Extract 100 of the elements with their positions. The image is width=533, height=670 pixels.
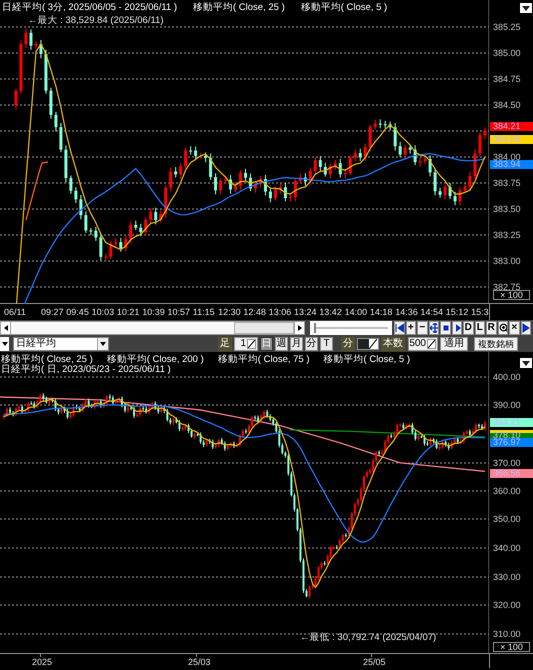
scroll-right-button[interactable] bbox=[294, 322, 304, 334]
zoom-button[interactable] bbox=[498, 321, 508, 335]
indicator-label: 移動平均( Close, 5 ) bbox=[300, 2, 388, 13]
left-arrow-icon bbox=[4, 325, 8, 331]
axis-label: 384.00 bbox=[493, 152, 521, 162]
toolbar-button[interactable]: D bbox=[463, 321, 474, 335]
price-tag: 376.97 bbox=[490, 438, 533, 447]
indicator-label: 移動平均( Close, 25 ) bbox=[193, 2, 285, 13]
axis-label: 383.50 bbox=[493, 204, 521, 214]
time-label: 10:21 bbox=[116, 307, 140, 317]
number-field[interactable]: 500 bbox=[408, 337, 438, 351]
scrollbar[interactable] bbox=[0, 321, 305, 335]
slash-icon bbox=[369, 339, 377, 349]
time-label: 14:54 bbox=[420, 307, 444, 317]
move-button[interactable] bbox=[428, 321, 439, 335]
axis-label: 340.00 bbox=[493, 543, 521, 553]
number-field[interactable]: 1 bbox=[234, 337, 258, 351]
menu-dropdown-button[interactable] bbox=[0, 337, 9, 351]
period-tab[interactable]: 分 bbox=[305, 337, 318, 351]
slash-icon bbox=[428, 340, 435, 348]
axis-label: 384.75 bbox=[493, 74, 521, 84]
right-arrow-icon bbox=[298, 325, 302, 331]
price-tag: 384.21 bbox=[490, 122, 533, 131]
time-label: 10:03 bbox=[92, 307, 114, 317]
scale-label: × 100 bbox=[493, 290, 530, 300]
stop-icon bbox=[441, 323, 450, 333]
time-label: 10:57 bbox=[168, 307, 190, 317]
toolbar-button[interactable]: L bbox=[474, 321, 485, 335]
toolbar-button[interactable]: R bbox=[486, 321, 496, 335]
date-label: 2025 bbox=[32, 657, 52, 667]
first-icon bbox=[395, 323, 404, 333]
zoom-icon bbox=[498, 323, 507, 333]
axis-label: 383.00 bbox=[493, 256, 521, 266]
min-price-label: ←最低 : 30,792.74 (2025/04/07) bbox=[300, 633, 436, 643]
caret-icon bbox=[100, 342, 106, 346]
period-tab[interactable]: T bbox=[320, 337, 333, 351]
time-label: 11:15 bbox=[192, 307, 215, 317]
move-icon bbox=[430, 323, 438, 333]
indicator-label: 移動平均( Close, 75 ) bbox=[218, 354, 310, 365]
time-label: 09:45 bbox=[66, 307, 89, 317]
last-button[interactable] bbox=[520, 321, 531, 335]
field-label: 本数 bbox=[381, 337, 405, 351]
stop-button[interactable] bbox=[440, 321, 450, 335]
time-label: 13:06 bbox=[268, 307, 292, 317]
chart-title: 日経平均( 3分, 2025/06/05 - 2025/06/11 ) bbox=[2, 2, 177, 13]
time-label: 15:12 bbox=[446, 307, 468, 317]
period-tab[interactable]: 週 bbox=[275, 337, 288, 351]
time-label: 09:27 bbox=[41, 307, 64, 317]
axis-label: 384.50 bbox=[493, 100, 521, 110]
axis-label: 383.75 bbox=[493, 178, 521, 188]
multi-symbol-button[interactable]: 複数銘柄 bbox=[474, 337, 518, 351]
scale-label: × 100 bbox=[493, 642, 530, 652]
axis-label: 385.00 bbox=[493, 48, 521, 58]
time-label: 12:48 bbox=[243, 307, 266, 317]
play-button[interactable] bbox=[452, 321, 462, 335]
indicator-label: 移動平均( Close, 200 ) bbox=[106, 354, 204, 365]
scrollbar-thumb[interactable] bbox=[234, 322, 294, 334]
time-label: 13:24 bbox=[294, 307, 317, 317]
time-label: 12:30 bbox=[218, 307, 241, 317]
first-button[interactable] bbox=[394, 321, 404, 335]
zoom-slider[interactable] bbox=[310, 321, 392, 335]
date-label: 25/03 bbox=[188, 657, 211, 667]
indicator-label: 移動平均( Close, 25 ) bbox=[1, 354, 93, 365]
field-label: 分 bbox=[341, 337, 355, 351]
symbol-select[interactable]: 日経平均 bbox=[13, 337, 109, 351]
period-tab[interactable]: 月 bbox=[290, 337, 303, 351]
price-tag: 383.94 bbox=[490, 160, 533, 169]
chart-title: 日経平均( 日, 2023/05/23 - 2025/06/11 ) bbox=[1, 364, 171, 375]
time-label: 14:00 bbox=[344, 307, 368, 317]
date-label: 25/05 bbox=[363, 657, 386, 667]
dropdown-icon[interactable] bbox=[520, 3, 532, 13]
last-icon bbox=[522, 323, 530, 333]
price-tag: 384.08 bbox=[490, 135, 533, 144]
axis-label: 330.00 bbox=[493, 572, 521, 582]
time-label: 13:42 bbox=[319, 307, 342, 317]
indicator-label: 移動平均( Close, 5 ) bbox=[324, 354, 410, 365]
axis-label: 370.00 bbox=[493, 458, 521, 468]
toolbar-button[interactable]: − bbox=[417, 321, 428, 335]
axis-label: 382.75 bbox=[493, 282, 521, 292]
slider-thumb[interactable] bbox=[314, 323, 316, 333]
axis-label: 350.00 bbox=[493, 514, 521, 524]
time-label: 14:36 bbox=[395, 307, 418, 317]
color-field[interactable] bbox=[357, 338, 379, 350]
toolbar-button[interactable]: × bbox=[509, 321, 520, 335]
axis-label: 400.00 bbox=[493, 372, 521, 382]
time-label: 14:18 bbox=[370, 307, 392, 317]
axis-label: 390.00 bbox=[493, 400, 521, 410]
toolbar-button[interactable]: + bbox=[406, 321, 416, 335]
price-tag: 384.21 bbox=[490, 418, 533, 427]
price-tag: 378.10 bbox=[490, 430, 533, 438]
axis-label: 320.00 bbox=[493, 600, 521, 610]
axis-label: 383.25 bbox=[493, 230, 521, 240]
time-label: 06/11 bbox=[4, 307, 26, 317]
axis-label: 310.00 bbox=[493, 629, 521, 639]
axis-label: 385.25 bbox=[493, 22, 521, 32]
apply-button[interactable]: 適用 bbox=[440, 337, 468, 351]
field-label: 足 bbox=[218, 337, 232, 351]
time-label: 10:39 bbox=[142, 307, 165, 317]
dropdown-icon[interactable] bbox=[520, 358, 532, 368]
time-label: 15:3 bbox=[471, 307, 489, 317]
